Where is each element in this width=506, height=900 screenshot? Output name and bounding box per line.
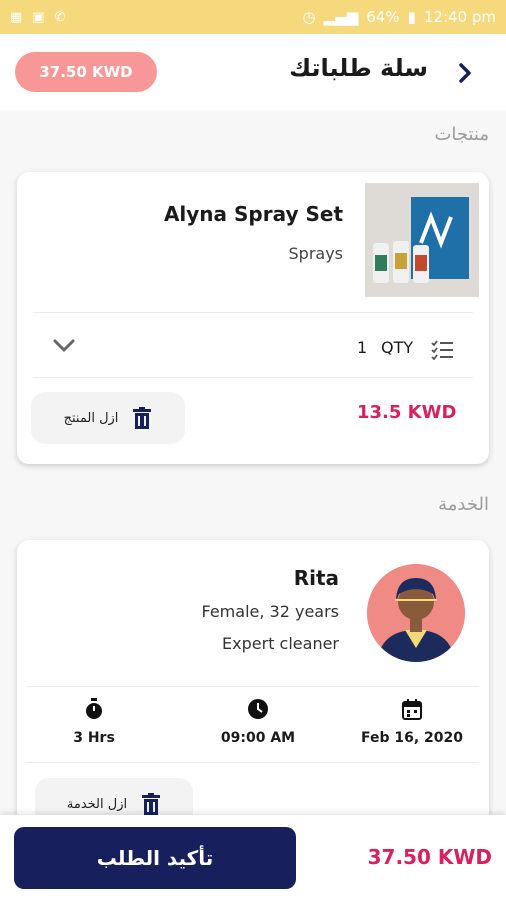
alarm-icon: ◷ — [302, 8, 316, 26]
date-stat: Feb 16, 2020 — [347, 698, 477, 746]
app-header: 37.50 KWD سلة طلباتك — [0, 34, 506, 110]
chevron-right-icon — [459, 63, 471, 83]
stopwatch-icon — [86, 698, 102, 719]
clock-icon — [248, 699, 268, 719]
product-name: Alyna Spray Set — [163, 202, 343, 226]
battery-icon: ▮ — [407, 8, 416, 26]
product-image — [365, 183, 479, 297]
duration-stat: 3 Hrs — [29, 698, 159, 746]
back-button[interactable] — [452, 58, 478, 88]
service-section-label: الخدمة — [438, 494, 489, 515]
product-category: Sprays — [288, 244, 344, 263]
remove-product-label: ازل المنتج — [63, 410, 119, 426]
checkout-footer: تأكيد الطلب 37.50 KWD — [0, 815, 506, 900]
remove-product-button[interactable]: ازل المنتج — [31, 392, 185, 444]
cart-total-pill: 37.50 KWD — [15, 52, 157, 92]
qty-label: QTY — [381, 338, 414, 357]
professional-name: Rita — [293, 566, 339, 590]
status-bar: ▦ ▣ ✆ ◷ ▂▄▆ 64% ▮ 12:40 pm — [0, 0, 506, 34]
service-card: Rita Female, 32 years Expert cleaner 3 H… — [17, 540, 489, 860]
calendar-icon — [402, 699, 422, 720]
divider — [33, 377, 473, 378]
qty-dropdown-toggle[interactable] — [53, 338, 75, 357]
page-title: سلة طلباتك — [289, 54, 428, 82]
notification-icons: ▦ ▣ ✆ — [10, 10, 66, 25]
order-total: 37.50 KWD — [367, 845, 492, 869]
divider — [33, 312, 473, 313]
product-image-art — [365, 183, 479, 297]
duration-value: 3 Hrs — [73, 730, 115, 746]
time-stat: 09:00 AM — [193, 698, 323, 746]
product-price: 13.5 KWD — [357, 402, 457, 423]
products-section-label: منتجات — [434, 124, 489, 145]
professional-role: Expert cleaner — [222, 634, 339, 653]
date-value: Feb 16, 2020 — [360, 730, 464, 746]
product-card: Alyna Spray Set Sprays 1 QTY ازل المنتج … — [17, 172, 489, 464]
divider — [27, 686, 479, 687]
avatar-illustration — [367, 564, 465, 662]
gallery-icon: ▣ — [32, 9, 45, 25]
divider — [27, 762, 479, 763]
trash-icon — [142, 793, 161, 815]
qty-value[interactable]: 1 — [357, 338, 367, 357]
checklist-icon — [430, 340, 454, 364]
time-value: 09:00 AM — [220, 730, 296, 746]
system-icons: ◷ ▂▄▆ 64% ▮ 12:40 pm — [303, 8, 496, 26]
missed-call-icon: ✆ — [54, 9, 66, 25]
remove-service-label: ازل الخدمة — [66, 796, 128, 812]
trash-icon — [133, 407, 152, 429]
battery-percent: 64% — [366, 8, 400, 26]
clock: 12:40 pm — [423, 8, 496, 26]
app-grid-icon: ▦ — [10, 9, 23, 25]
signal-icon: ▂▄▆ — [323, 8, 359, 26]
confirm-order-button[interactable]: تأكيد الطلب — [14, 827, 296, 889]
professional-details: Female, 32 years — [201, 602, 340, 621]
avatar — [367, 564, 465, 662]
chevron-down-icon — [53, 339, 75, 352]
